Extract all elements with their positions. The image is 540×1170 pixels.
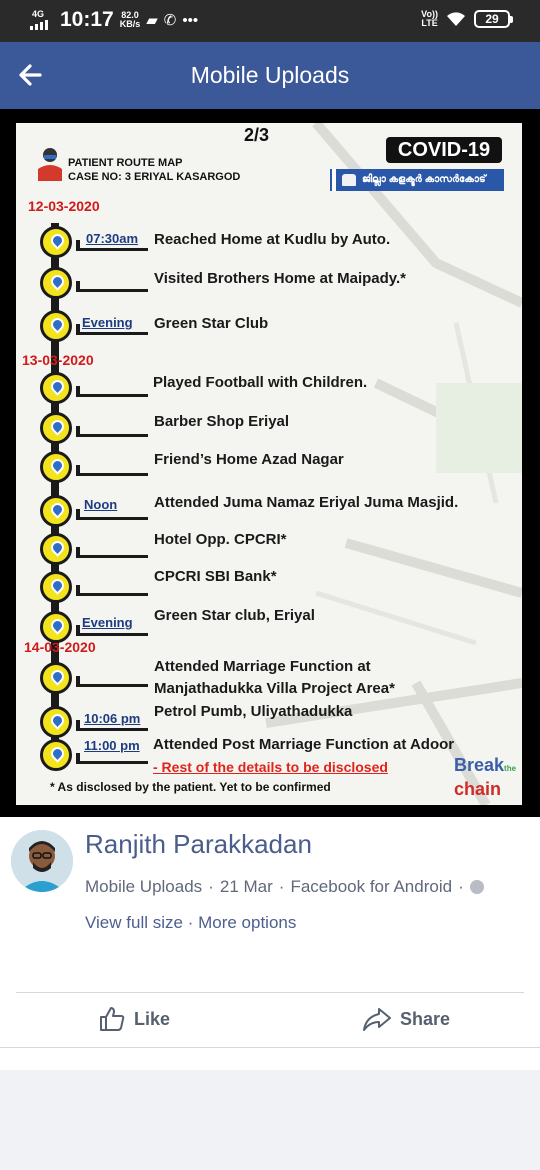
- event-time: 07:30am: [86, 231, 139, 246]
- status-bar: 4G 10:17 82.0 KB/s ▰ ✆ ••• Vo)) LTE 29: [0, 0, 540, 42]
- network-speed: 82.0 KB/s: [119, 10, 141, 29]
- event-text: Green Star club, Eriyal: [154, 607, 315, 624]
- event-text: CPCRI SBI Bank*: [154, 568, 277, 585]
- event-time: 11:00 pm: [84, 738, 140, 753]
- location-pin-icon: [40, 267, 72, 299]
- page-title: Mobile Uploads: [190, 62, 350, 88]
- patient-icon: [38, 148, 62, 181]
- more-notifications-icon: •••: [182, 11, 199, 29]
- connector-line: [76, 625, 148, 636]
- location-pin-icon: [40, 226, 72, 258]
- location-pin-icon: [40, 310, 72, 342]
- whatsapp-notification-icon: ✆: [163, 12, 177, 29]
- event-time: Evening: [82, 315, 133, 330]
- connector-line: [76, 753, 148, 764]
- divider: [16, 992, 524, 993]
- avatar[interactable]: [11, 830, 73, 892]
- photo-links: View full size · More options: [85, 913, 297, 932]
- rest-of-details-note: - Rest of the details to be disclosed: [153, 759, 388, 775]
- network-type: 4G: [32, 9, 45, 19]
- more-options-link[interactable]: More options: [198, 913, 296, 932]
- date-label: 13-03-2020: [22, 352, 94, 368]
- post-date: 21 Mar: [219, 877, 273, 896]
- connector-line: [76, 676, 148, 687]
- event-time: 10:06 pm: [84, 711, 141, 726]
- route-map-poster: 2/3 PATIENT ROUTE MAP CASE NO: 3 ERIYAL …: [16, 123, 522, 805]
- connector-line: [76, 240, 148, 251]
- album-link[interactable]: Mobile Uploads: [85, 877, 202, 897]
- covid-badge: COVID-19: [386, 137, 502, 163]
- event-text: Hotel Opp. CPCRI*: [154, 531, 287, 548]
- connector-line: [76, 426, 148, 437]
- event-text: Attended Marriage Function at Manjathadu…: [154, 658, 395, 697]
- event-time: Noon: [84, 497, 118, 512]
- event-text: Petrol Pumb, Uliyathadukka: [154, 703, 353, 720]
- route-title: PATIENT ROUTE MAP CASE NO: 3 ERIYAL KASA…: [68, 157, 241, 183]
- event-text: Played Football with Children.: [153, 374, 368, 391]
- page-indicator: 2/3: [244, 125, 270, 145]
- signal-icon: 4G: [30, 9, 54, 31]
- connector-line: [76, 386, 148, 397]
- location-pin-icon: [40, 571, 72, 603]
- event-text: Reached Home at Kudlu by Auto.: [154, 231, 391, 248]
- location-pin-icon: [40, 533, 72, 565]
- connector-line: [76, 585, 148, 596]
- event-text: Barber Shop Eriyal: [154, 413, 290, 430]
- location-pin-icon: [40, 495, 72, 527]
- emblem-icon: [342, 174, 356, 186]
- clock: 10:17: [60, 8, 114, 31]
- gallery-notification-icon: ▰: [146, 12, 158, 29]
- event-text: Friend’s Home Azad Nagar: [154, 451, 344, 468]
- event-text: Attended Post Marriage Function at Adoor: [153, 736, 455, 753]
- event-text: Visited Brothers Home at Maipady.*: [154, 270, 407, 287]
- volte-icon: Vo)) LTE: [421, 9, 438, 28]
- post-source: Facebook for Android: [290, 877, 453, 896]
- globe-icon: [469, 880, 484, 894]
- thumbs-up-icon: [100, 1007, 125, 1031]
- connector-line: [76, 547, 148, 558]
- share-button[interactable]: Share: [362, 1005, 450, 1033]
- location-pin-icon: [40, 372, 72, 404]
- wifi-icon: [447, 12, 465, 26]
- connector-line: [76, 324, 148, 335]
- app-bar: Mobile Uploads: [0, 42, 540, 109]
- event-time: Evening: [82, 615, 133, 630]
- date-label: 12-03-2020: [28, 198, 100, 214]
- location-pin-icon: [40, 739, 72, 771]
- location-pin-icon: [40, 451, 72, 483]
- connector-line: [76, 465, 148, 476]
- photo-viewer[interactable]: 2/3 PATIENT ROUTE MAP CASE NO: 3 ERIYAL …: [0, 109, 540, 817]
- post-meta: Mobile Uploads · 21 Mar · Facebook for A…: [85, 877, 484, 897]
- location-pin-icon: [40, 412, 72, 444]
- post-card: Ranjith Parakkadan Mobile Uploads · 21 M…: [0, 817, 540, 1048]
- disclaimer-footnote: * As disclosed by the patient. Yet to be…: [50, 780, 331, 794]
- author-name[interactable]: Ranjith Parakkadan: [85, 829, 312, 860]
- event-text: Attended Juma Namaz Eriyal Juma Masjid.: [154, 494, 459, 511]
- card-spacer: [0, 1048, 540, 1070]
- connector-line: [76, 281, 148, 292]
- location-pin-icon: [40, 706, 72, 738]
- location-pin-icon: [40, 611, 72, 643]
- like-button[interactable]: Like: [98, 1005, 170, 1033]
- district-collector-banner: ജില്ലാ കളക്ടർ കാസർകോട്: [332, 169, 504, 191]
- share-icon: [363, 1008, 391, 1031]
- connector-line: [76, 720, 148, 731]
- view-full-size-link[interactable]: View full size: [85, 913, 183, 932]
- connector-line: [76, 509, 148, 520]
- location-pin-icon: [40, 662, 72, 694]
- event-text: Green Star Club: [154, 315, 269, 332]
- profile-photo: [11, 830, 73, 892]
- battery-icon: 29: [474, 10, 513, 28]
- break-the-chain-logo: Breakthe chain: [454, 755, 517, 799]
